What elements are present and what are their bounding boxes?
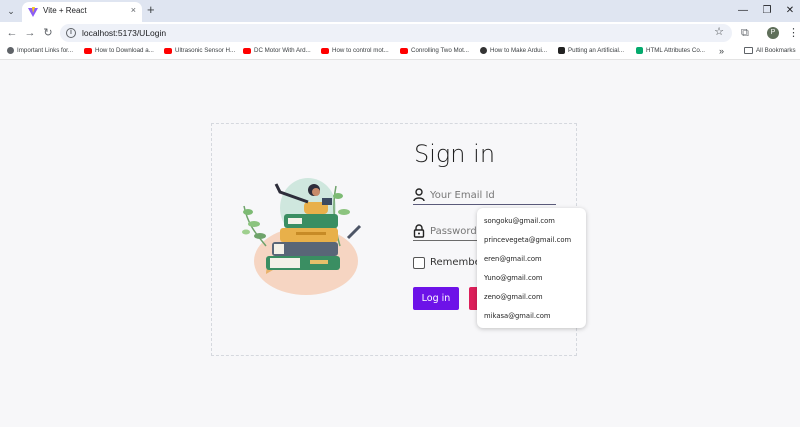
reload-button[interactable]: ↻ — [40, 25, 56, 41]
login-button[interactable]: Log in — [413, 287, 459, 310]
browser-toolbar: ← → ↻ i localhost:5173/ULogin ☆ — [0, 22, 800, 44]
bookmark-item[interactable]: How to Download a... — [84, 47, 154, 57]
instructables-icon — [480, 47, 487, 54]
globe-icon — [7, 47, 14, 54]
new-tab-button[interactable]: + — [147, 2, 155, 18]
url-text[interactable]: localhost:5173/ULogin — [82, 28, 166, 38]
restore-button[interactable]: ❐ — [755, 2, 779, 20]
profile-avatar[interactable]: P — [767, 27, 779, 39]
tab-close-icon[interactable]: × — [131, 5, 136, 15]
bookmark-item[interactable]: HTML Attributes Co... — [636, 47, 705, 57]
minimize-button[interactable]: — — [731, 2, 755, 20]
youtube-icon — [164, 47, 172, 54]
vite-logo-icon — [28, 7, 38, 17]
remember-checkbox[interactable] — [413, 257, 425, 269]
all-bookmarks-button[interactable]: All Bookmarks — [744, 47, 796, 54]
close-window-button[interactable]: ✕ — [778, 2, 800, 20]
autocomplete-option[interactable]: Yuno@gmail.com — [477, 269, 586, 288]
bookmark-item[interactable]: Ultrasonic Sensor H... — [164, 47, 235, 57]
email-field — [413, 187, 556, 205]
youtube-icon — [400, 47, 408, 54]
autocomplete-option[interactable]: princevegeta@gmail.com — [477, 231, 586, 250]
page-title: Sign in — [414, 140, 496, 168]
bookmark-item[interactable]: Putting an Artificial... — [558, 47, 624, 57]
autocomplete-option[interactable]: mikasa@gmail.com — [477, 307, 586, 326]
bookmark-site-icon — [558, 47, 565, 54]
back-button[interactable]: ← — [4, 25, 20, 41]
autocomplete-option[interactable]: zeno@gmail.com — [477, 288, 586, 307]
bookmark-item[interactable]: DC Motor With Ard... — [243, 47, 311, 57]
youtube-icon — [321, 47, 329, 54]
email-autocomplete-dropdown: songoku@gmail.com princevegeta@gmail.com… — [477, 208, 586, 328]
folder-icon — [744, 47, 753, 54]
more-bookmarks-button[interactable]: » — [719, 46, 724, 56]
forward-button[interactable]: → — [22, 25, 38, 41]
bookmark-item[interactable]: How to control mot... — [321, 47, 389, 57]
bookmark-item[interactable]: Important Links for... — [7, 47, 73, 57]
autocomplete-option[interactable]: eren@gmail.com — [477, 250, 586, 269]
w3-icon — [636, 47, 643, 54]
autocomplete-option[interactable]: songoku@gmail.com — [477, 212, 586, 231]
site-info-icon[interactable]: i — [66, 28, 76, 38]
browser-menu-icon[interactable]: ⋮ — [788, 26, 799, 39]
lock-icon — [413, 224, 425, 238]
bookmark-item[interactable]: Conrolling Two Mot... — [400, 47, 469, 57]
bookmarks-bar: Important Links for... How to Download a… — [0, 44, 800, 60]
extensions-icon[interactable]: ⧉ — [741, 27, 749, 40]
bookmark-star-icon[interactable]: ☆ — [714, 25, 724, 38]
tab-title: Vite + React — [43, 6, 87, 15]
address-bar[interactable]: i localhost:5173/ULogin ☆ — [60, 24, 732, 42]
reading-books-illustration — [242, 178, 362, 295]
email-input[interactable] — [430, 187, 554, 203]
youtube-icon — [243, 47, 251, 54]
bookmark-item[interactable]: How to Make Ardui... — [480, 47, 547, 57]
youtube-icon — [84, 47, 92, 54]
browser-tab[interactable]: Vite + React × — [22, 2, 142, 22]
tab-search-button[interactable]: ⌄ — [3, 3, 19, 19]
user-icon — [413, 188, 425, 202]
page-content: Sign in Remember Log in songoku@gmail.co… — [0, 61, 800, 427]
tab-strip: ⌄ Vite + React × + — ❐ ✕ — [0, 0, 800, 22]
